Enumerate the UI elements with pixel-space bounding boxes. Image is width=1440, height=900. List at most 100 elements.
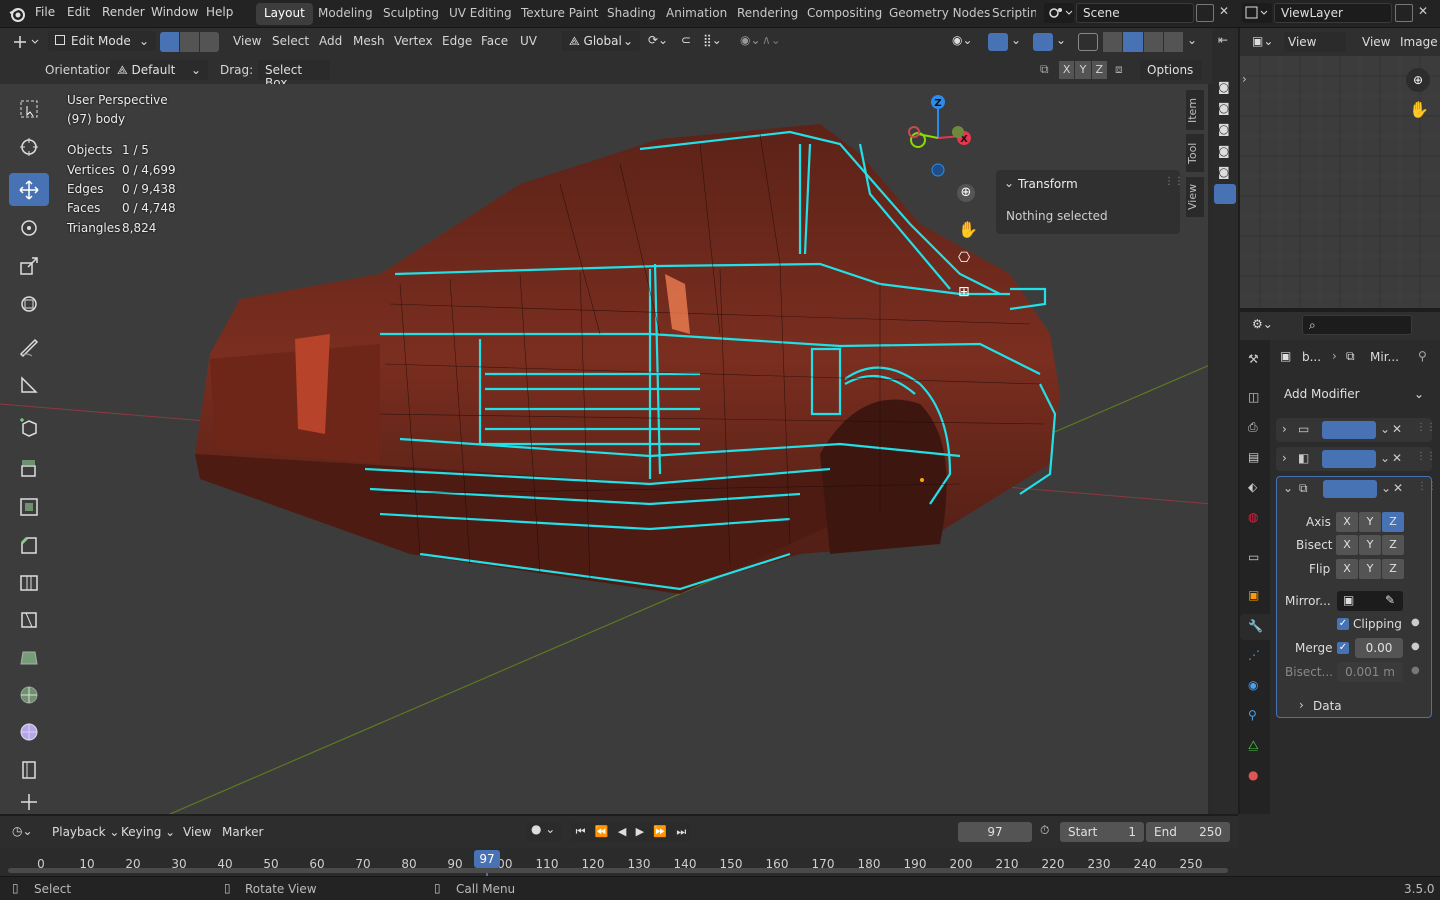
tab-compositing[interactable]: Compositing bbox=[799, 3, 890, 25]
mirror-z-toggle[interactable]: Z bbox=[1091, 61, 1107, 79]
zoom-icon[interactable]: ⊕ bbox=[957, 184, 975, 202]
current-frame-field[interactable]: 97 bbox=[958, 822, 1032, 842]
menu-render[interactable]: Render bbox=[102, 5, 145, 19]
play-icon[interactable]: ▶ bbox=[636, 822, 644, 842]
vertex-select-mode-icon[interactable] bbox=[160, 32, 179, 52]
chevron-down-icon[interactable]: ⌄ bbox=[1011, 33, 1021, 47]
menu-edge[interactable]: Edge bbox=[442, 34, 472, 48]
visibility-icon[interactable]: ◉⌄ bbox=[952, 33, 973, 47]
drag-handle-icon[interactable]: ⋮⋮ bbox=[1417, 481, 1437, 492]
chevron-right-icon[interactable]: › bbox=[1282, 422, 1287, 436]
merge-checkbox[interactable]: ✓ bbox=[1337, 642, 1349, 654]
editor-type-button[interactable] bbox=[10, 32, 42, 52]
editor-type-icon[interactable]: ▣⌄ bbox=[1252, 34, 1273, 48]
tool-bevel[interactable] bbox=[9, 528, 49, 561]
viewlayer-selector-button[interactable] bbox=[1242, 3, 1272, 23]
chevron-down-icon[interactable]: ⌄ bbox=[1380, 422, 1390, 436]
mode-selector[interactable]: Edit Mode ⌄ bbox=[48, 31, 156, 51]
view-layer-tab-icon[interactable]: ▤ bbox=[1248, 450, 1259, 464]
tool-spin[interactable] bbox=[9, 678, 49, 711]
expand-toolbar-icon[interactable]: › bbox=[1242, 72, 1247, 86]
add-modifier-dropdown[interactable]: Add Modifier ⌄ bbox=[1276, 384, 1432, 406]
camera-visibility-icon[interactable]: ◙ bbox=[1218, 80, 1230, 94]
prev-keyframe-icon[interactable]: ⏪ bbox=[595, 822, 609, 842]
new-viewlayer-icon[interactable] bbox=[1395, 4, 1413, 22]
mirror-x-toggle[interactable]: X bbox=[1059, 61, 1075, 79]
tool-edge-slide[interactable] bbox=[9, 753, 49, 786]
tool-scale[interactable] bbox=[9, 249, 49, 282]
tool-knife[interactable] bbox=[9, 603, 49, 636]
chevron-right-icon[interactable]: › bbox=[1299, 698, 1304, 712]
tool-poly-build[interactable] bbox=[9, 641, 49, 674]
topology-mirror-icon[interactable]: ⧈ bbox=[1115, 62, 1123, 77]
xray-toggle-icon[interactable] bbox=[1078, 33, 1098, 51]
playhead[interactable]: 97 bbox=[474, 850, 500, 868]
modifier-panel-1[interactable]: › ▭ ⌄ ✕ ⋮⋮ bbox=[1276, 418, 1436, 442]
clipping-checkbox[interactable]: ✓ bbox=[1337, 618, 1349, 630]
axis-z-toggle[interactable]: Z bbox=[1382, 512, 1404, 532]
pan-hand-icon[interactable]: ✋ bbox=[958, 220, 978, 239]
constraints-tab-icon[interactable]: ⚲ bbox=[1248, 708, 1257, 722]
menu-mesh[interactable]: Mesh bbox=[353, 34, 385, 48]
tool-tab-icon[interactable]: ⚒ bbox=[1248, 352, 1259, 366]
chevron-down-icon[interactable]: ⌄ bbox=[1056, 33, 1066, 47]
pin-icon[interactable]: ⚲ bbox=[1418, 349, 1427, 363]
tool-measure[interactable] bbox=[9, 368, 49, 401]
chevron-down-icon[interactable]: ⌄ bbox=[1004, 176, 1014, 190]
tab-view[interactable]: View bbox=[1186, 177, 1204, 217]
keyframe-dot-icon[interactable]: ● bbox=[1411, 665, 1420, 676]
drag-selector[interactable]: Select Box ⌄ bbox=[258, 60, 330, 90]
camera-visibility-icon[interactable]: ◙ bbox=[1218, 144, 1230, 158]
timeline-editor-icon[interactable]: ◷⌄ bbox=[12, 824, 33, 838]
merge-distance-field[interactable]: 0.00 bbox=[1355, 638, 1403, 658]
chevron-down-icon[interactable]: ⌄ bbox=[1187, 33, 1197, 47]
tab-texture-paint[interactable]: Texture Paint bbox=[513, 3, 606, 25]
close-viewlayer-icon[interactable]: ✕ bbox=[1418, 4, 1428, 18]
menu-edit[interactable]: Edit bbox=[67, 5, 90, 19]
edge-select-mode-icon[interactable] bbox=[180, 32, 199, 52]
menu-select[interactable]: Select bbox=[272, 34, 309, 48]
modifier-toggles-3[interactable] bbox=[1323, 480, 1377, 498]
start-frame-field[interactable]: Start 1 bbox=[1060, 822, 1144, 842]
tab-item[interactable]: Item bbox=[1186, 90, 1204, 130]
collection-tab-icon[interactable]: ▭ bbox=[1248, 550, 1259, 564]
mirror-y-toggle[interactable]: Y bbox=[1075, 61, 1091, 79]
menu-help[interactable]: Help bbox=[206, 5, 233, 19]
close-icon[interactable]: ✕ bbox=[1392, 451, 1402, 465]
perspective-toggle-icon[interactable]: ⊞ bbox=[958, 284, 970, 300]
menu-window[interactable]: Window bbox=[151, 5, 198, 19]
particles-tab-icon[interactable]: ⋰ bbox=[1248, 648, 1260, 662]
tool-annotate[interactable] bbox=[9, 330, 49, 363]
menu-face[interactable]: Face bbox=[481, 34, 508, 48]
overlays-toggle-icon[interactable] bbox=[1033, 33, 1053, 51]
editor-type-icon[interactable]: ⚙⌄ bbox=[1252, 317, 1273, 331]
tab-layout[interactable]: Layout bbox=[256, 3, 313, 25]
axis-y-toggle[interactable]: Y bbox=[1359, 512, 1381, 532]
navigation-gizmo[interactable]: Z X bbox=[900, 90, 980, 186]
pivot-point-icon[interactable]: ⟳⌄ bbox=[648, 33, 668, 47]
drag-handle-icon[interactable]: ⋮⋮ bbox=[1416, 422, 1436, 433]
tab-scripting[interactable]: Scripting bbox=[984, 3, 1036, 25]
next-keyframe-icon[interactable]: ⏩ bbox=[653, 822, 667, 842]
bisect-y-toggle[interactable]: Y bbox=[1359, 535, 1381, 555]
tab-sculpting[interactable]: Sculpting bbox=[375, 3, 447, 25]
physics-tab-icon[interactable]: ◉ bbox=[1248, 678, 1258, 692]
data-subpanel-label[interactable]: Data bbox=[1313, 699, 1342, 713]
rendered-shading-icon[interactable] bbox=[1163, 32, 1183, 52]
properties-search-field[interactable]: ⌕ bbox=[1302, 315, 1412, 335]
chevron-down-icon[interactable]: ⌄ bbox=[1283, 481, 1293, 495]
eyedropper-icon[interactable]: ✎ bbox=[1385, 593, 1395, 607]
viewlayer-name-field[interactable]: ViewLayer bbox=[1274, 3, 1392, 23]
scene-selector-button[interactable] bbox=[1044, 3, 1074, 23]
tool-select-box[interactable] bbox=[9, 92, 49, 125]
material-shading-icon[interactable] bbox=[1143, 32, 1163, 52]
proportional-edit-icon[interactable]: ◉⌄ bbox=[740, 33, 761, 47]
snap-target-icon[interactable]: ⣿⌄ bbox=[703, 33, 722, 47]
scene-name-field[interactable]: Scene bbox=[1076, 3, 1194, 23]
blender-logo-icon[interactable] bbox=[8, 5, 26, 23]
close-scene-icon[interactable]: ✕ bbox=[1219, 4, 1229, 18]
view-selector[interactable]: View bbox=[1284, 32, 1346, 52]
tool-rotate[interactable] bbox=[9, 211, 49, 244]
jump-end-icon[interactable]: ⏭ bbox=[676, 822, 686, 842]
menu-uv[interactable]: UV bbox=[520, 34, 537, 48]
